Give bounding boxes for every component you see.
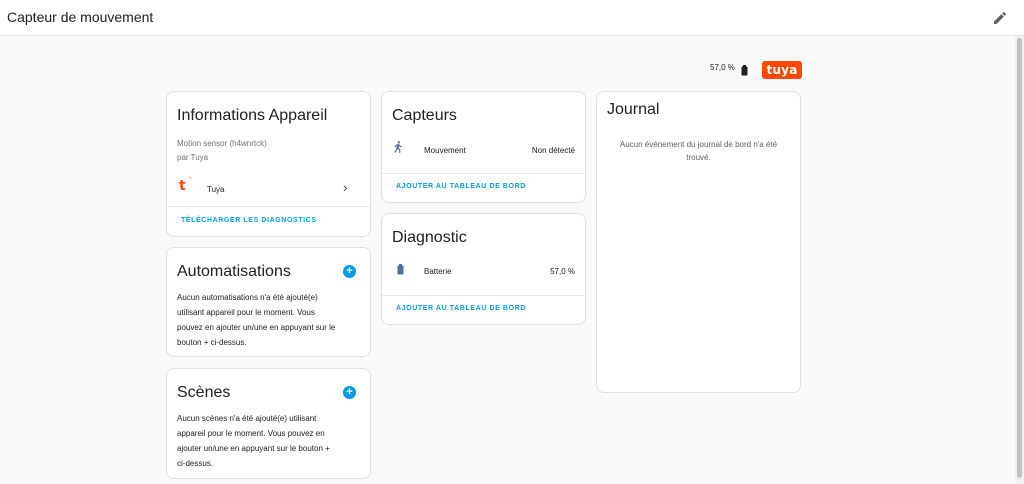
device-manufacturer: par Tuya	[177, 153, 209, 162]
chevron-right-icon: ›	[343, 180, 348, 195]
add-to-dashboard-button[interactable]: AJOUTER AU TABLEAU DE BORD	[396, 183, 526, 190]
battery-entity-state: 57,0 %	[550, 267, 575, 276]
integration-label: Tuya	[207, 185, 225, 194]
sensors-card: Capteurs Mouvement Non détecté AJOUTER A…	[381, 91, 586, 203]
motion-entity-name: Mouvement	[424, 146, 466, 155]
scrollbar-thumb[interactable]	[1017, 38, 1022, 478]
sensors-title: Capteurs	[392, 107, 457, 124]
logbook-title: Journal	[607, 101, 660, 118]
divider	[382, 295, 585, 296]
automations-empty-text: Aucun automatisations n'a été ajouté(e) …	[177, 293, 336, 347]
download-diagnostics-button[interactable]: TÉLÉCHARGER LES DIAGNOSTICS	[181, 217, 317, 224]
tuya-logo: tuya	[762, 61, 802, 79]
scenes-empty-text: Aucun scènes n'a été ajouté(e) utilisant…	[177, 414, 330, 468]
device-info-title: Informations Appareil	[177, 107, 328, 124]
logbook-card: Journal Aucun événement du journal de bo…	[596, 91, 801, 393]
automations-card: Automatisations + Aucun automatisations …	[166, 247, 371, 357]
top-bar: Capteur de mouvement	[0, 0, 1024, 36]
battery-status-text: 57,0 %	[710, 63, 735, 72]
add-to-dashboard-button[interactable]: AJOUTER AU TABLEAU DE BORD	[396, 305, 526, 312]
battery-entity-row[interactable]: Batterie 57,0 %	[382, 261, 585, 283]
motion-entity-state: Non détecté	[531, 146, 575, 155]
battery-icon	[741, 65, 748, 76]
pencil-icon[interactable]	[992, 10, 1008, 26]
integration-row[interactable]: t ◝ Tuya ›	[167, 176, 370, 198]
motion-entity-row[interactable]: Mouvement Non détecté	[382, 138, 585, 160]
diagnostic-card: Diagnostic Batterie 57,0 % AJOUTER AU TA…	[381, 213, 586, 325]
battery-entity-name: Batterie	[424, 267, 452, 276]
add-scene-button[interactable]: +	[343, 386, 356, 399]
scenes-title: Scènes	[177, 384, 231, 401]
tuya-signal-icon: ◝	[189, 177, 192, 183]
logbook-empty-text: Aucun événement du journal de bord n'a é…	[619, 140, 778, 162]
divider	[167, 206, 370, 207]
motion-sensor-icon	[394, 141, 403, 153]
automations-title: Automatisations	[177, 263, 291, 280]
scenes-card: Scènes + Aucun scènes n'a été ajouté(e) …	[166, 368, 371, 479]
page-title: Capteur de mouvement	[7, 9, 154, 25]
divider	[382, 173, 585, 174]
add-automation-button[interactable]: +	[343, 265, 356, 278]
tuya-icon: t	[179, 178, 186, 194]
diagnostic-title: Diagnostic	[392, 229, 467, 246]
battery-icon	[397, 264, 404, 275]
device-info-card: Informations Appareil Motion sensor (h4w…	[166, 91, 371, 237]
device-model: Motion sensor (h4wnrtck)	[177, 139, 267, 148]
